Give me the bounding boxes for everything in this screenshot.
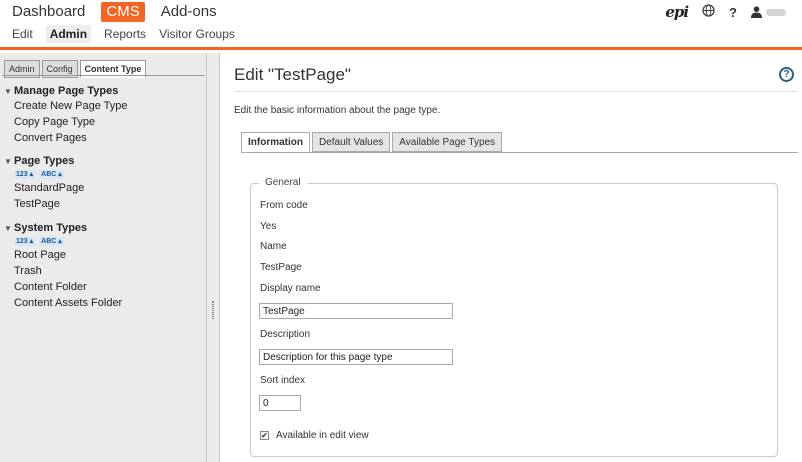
- nav-add-ons[interactable]: Add-ons: [156, 2, 222, 22]
- sort-alpha-icon[interactable]: ABC ▴: [39, 169, 64, 179]
- display-name-label: Display name: [260, 283, 321, 294]
- section-header[interactable]: ▼ Page Types: [4, 154, 84, 168]
- subnav-edit[interactable]: Edit: [12, 27, 33, 41]
- sort-controls: 123 ▴ ABC ▴: [4, 168, 84, 180]
- sort-numeric-icon[interactable]: 123 ▴: [14, 169, 36, 179]
- page-description: Edit the basic information about the pag…: [234, 105, 441, 116]
- description-label: Description: [260, 329, 311, 340]
- collapse-arrow-icon: ▼: [4, 156, 12, 166]
- divider: [241, 152, 798, 153]
- section-header[interactable]: ▼ Manage Page Types: [4, 84, 128, 98]
- nav-dashboard[interactable]: Dashboard: [12, 2, 90, 22]
- edit-tabs: Information Default Values Available Pag…: [241, 132, 504, 152]
- epi-logo[interactable]: epi: [665, 3, 689, 21]
- link-content-folder[interactable]: Content Folder: [4, 279, 122, 295]
- pane-splitter[interactable]: [207, 53, 220, 462]
- link-create-new-page-type[interactable]: Create New Page Type: [4, 98, 128, 114]
- sub-nav: Edit Admin Reports Visitor Groups: [12, 25, 248, 43]
- general-fieldset: General From code Yes Name TestPage Disp…: [250, 177, 778, 457]
- collapse-arrow-icon: ▼: [4, 86, 12, 96]
- help-icon[interactable]: ?: [779, 67, 794, 82]
- top-navigation-bar: Dashboard CMS Add-ons Edit Admin Reports…: [0, 0, 802, 50]
- display-name-input[interactable]: [259, 303, 453, 319]
- available-in-edit-view-label: Available in edit view: [276, 430, 369, 441]
- sort-alpha-icon[interactable]: ABC ▴: [39, 236, 64, 246]
- help-question-icon[interactable]: ?: [729, 5, 737, 20]
- subnav-visitor-groups[interactable]: Visitor Groups: [159, 27, 235, 41]
- link-standardpage[interactable]: StandardPage: [4, 180, 84, 196]
- fieldset-legend: General: [259, 177, 307, 188]
- tab-default-values[interactable]: Default Values: [312, 132, 391, 152]
- name-value: TestPage: [260, 262, 302, 273]
- divider: [2, 75, 205, 76]
- nav-cms[interactable]: CMS: [101, 2, 145, 22]
- globe-icon[interactable]: [702, 4, 715, 20]
- section-system-types: ▼ System Types 123 ▴ ABC ▴ Root Page Tra…: [4, 221, 122, 311]
- section-manage-page-types: ▼ Manage Page Types Create New Page Type…: [4, 84, 128, 146]
- link-root-page[interactable]: Root Page: [4, 247, 122, 263]
- username-blurred: [766, 8, 786, 16]
- section-header[interactable]: ▼ System Types: [4, 221, 122, 235]
- left-navigation-pane: Admin Config Content Type ▼ Manage Page …: [0, 53, 207, 462]
- subnav-admin[interactable]: Admin: [45, 25, 92, 43]
- sort-index-label: Sort index: [260, 375, 306, 386]
- user-icon: [751, 6, 762, 18]
- link-copy-page-type[interactable]: Copy Page Type: [4, 114, 128, 130]
- page-title: Edit "TestPage": [234, 65, 351, 84]
- sort-index-input[interactable]: [259, 395, 301, 411]
- link-trash[interactable]: Trash: [4, 263, 122, 279]
- section-page-types: ▼ Page Types 123 ▴ ABC ▴ StandardPage Te…: [4, 154, 84, 212]
- tab-available-page-types[interactable]: Available Page Types: [392, 132, 503, 152]
- link-content-assets-folder[interactable]: Content Assets Folder: [4, 295, 122, 311]
- sort-controls: 123 ▴ ABC ▴: [4, 235, 122, 247]
- main-nav: Dashboard CMS Add-ons: [12, 2, 233, 22]
- name-label: Name: [260, 241, 287, 252]
- tab-information[interactable]: Information: [241, 132, 310, 152]
- description-input[interactable]: [259, 349, 453, 365]
- collapse-arrow-icon: ▼: [4, 223, 12, 233]
- available-in-edit-view-checkbox[interactable]: ✔: [260, 431, 269, 440]
- section-title: Manage Page Types: [14, 85, 119, 97]
- section-title: Page Types: [14, 155, 75, 167]
- link-testpage[interactable]: TestPage: [4, 196, 84, 212]
- top-right-tools: epi ?: [665, 3, 786, 21]
- subnav-reports[interactable]: Reports: [104, 27, 146, 41]
- link-convert-pages[interactable]: Convert Pages: [4, 130, 128, 146]
- divider: [234, 91, 798, 92]
- splitter-grip-icon[interactable]: [212, 301, 214, 319]
- from-code-value: Yes: [260, 221, 277, 232]
- user-menu[interactable]: [751, 6, 786, 18]
- section-title: System Types: [14, 222, 88, 234]
- content-pane: Edit "TestPage" ? Edit the basic informa…: [221, 53, 802, 462]
- from-code-label: From code: [260, 200, 308, 211]
- sort-numeric-icon[interactable]: 123 ▴: [14, 236, 36, 246]
